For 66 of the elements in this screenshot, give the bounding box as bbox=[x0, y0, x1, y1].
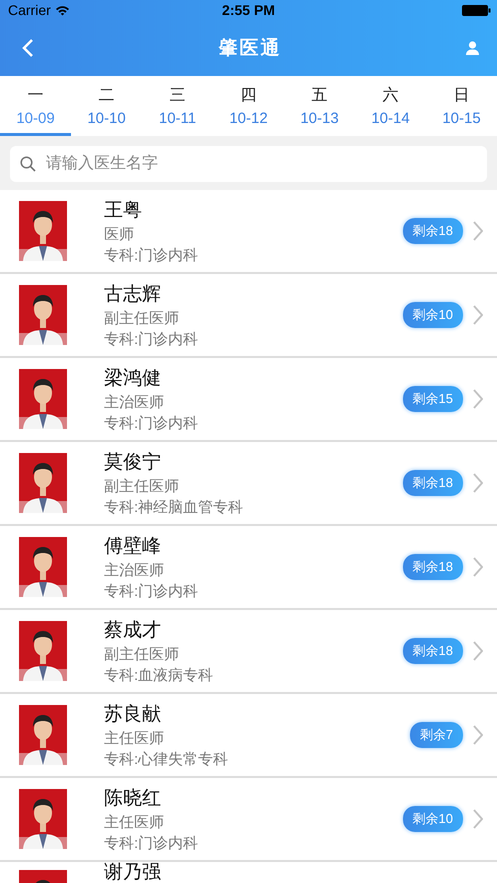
remaining-badge: 剩余10 bbox=[402, 806, 463, 832]
carrier-label: Carrier bbox=[8, 2, 51, 18]
user-icon[interactable] bbox=[466, 41, 479, 55]
wifi-icon bbox=[54, 4, 70, 16]
doctor-title: 副主任医师 bbox=[104, 309, 180, 328]
remaining-badge: 剩余15 bbox=[402, 386, 463, 412]
doctor-row[interactable]: 陈晓红 主任医师 专科:门诊内科 剩余10 bbox=[0, 778, 497, 862]
doctor-name: 苏良献 bbox=[104, 703, 162, 727]
remaining-badge: 剩余10 bbox=[402, 302, 463, 328]
doctor-title: 主治医师 bbox=[104, 393, 165, 412]
doctor-title: 主任医师 bbox=[104, 729, 165, 748]
doctor-name: 梁鸿健 bbox=[104, 367, 162, 391]
clock-time: 2:55 PM bbox=[222, 2, 275, 18]
department-label: 专科:神经脑血管专科 bbox=[104, 498, 244, 517]
doctor-row[interactable]: 莫俊宁 副主任医师 专科:神经脑血管专科 剩余18 bbox=[0, 442, 497, 526]
doctor-name: 谢乃强 bbox=[104, 863, 162, 883]
doctor-row[interactable]: 苏良献 主任医师 专科:心律失常专科 剩余7 bbox=[0, 694, 497, 778]
remaining-badge: 剩余18 bbox=[402, 218, 463, 244]
doctor-title: 副主任医师 bbox=[104, 645, 180, 664]
day-tab[interactable]: 三 10-11 bbox=[142, 76, 213, 136]
doctor-row[interactable]: 傅壁峰 主治医师 专科:门诊内科 剩余18 bbox=[0, 526, 497, 610]
doctor-title: 医师 bbox=[104, 225, 135, 244]
chevron-icon bbox=[473, 809, 483, 829]
search-field[interactable]: 请输入医生名字 bbox=[10, 146, 487, 182]
doctor-name: 蔡成才 bbox=[104, 619, 162, 643]
doctor-name: 傅壁峰 bbox=[104, 535, 162, 559]
back-icon[interactable] bbox=[22, 38, 34, 58]
chevron-icon bbox=[473, 725, 483, 745]
battery-icon bbox=[462, 4, 491, 16]
doctor-title: 副主任医师 bbox=[104, 477, 180, 496]
day-tab[interactable]: 日 10-15 bbox=[426, 76, 497, 136]
doctor-name: 王粤 bbox=[104, 199, 143, 223]
chevron-icon bbox=[473, 389, 483, 409]
chevron-icon bbox=[473, 557, 483, 577]
chevron-icon bbox=[473, 641, 483, 661]
doctor-row[interactable]: 王粤 医师 专科:门诊内科 剩余18 bbox=[0, 190, 497, 274]
department-label: 专科:门诊内科 bbox=[104, 582, 200, 601]
doctor-name: 陈晓红 bbox=[104, 787, 162, 811]
app-title: 肇医通 bbox=[218, 36, 282, 61]
chevron-icon bbox=[473, 473, 483, 493]
remaining-badge: 剩余18 bbox=[402, 638, 463, 664]
search-icon bbox=[20, 156, 36, 172]
day-tab[interactable]: 六 10-14 bbox=[355, 76, 426, 136]
doctor-title: 主治医师 bbox=[104, 561, 165, 580]
day-tab[interactable]: 四 10-12 bbox=[213, 76, 284, 136]
department-label: 专科:门诊内科 bbox=[104, 834, 200, 853]
day-tab[interactable]: 一 10-09 bbox=[0, 76, 71, 136]
chevron-icon bbox=[473, 305, 483, 325]
department-label: 专科:门诊内科 bbox=[104, 330, 200, 349]
department-label: 专科:门诊内科 bbox=[104, 414, 200, 433]
doctor-title: 主任医师 bbox=[104, 813, 165, 832]
department-label: 专科:门诊内科 bbox=[104, 246, 200, 265]
remaining-badge: 剩余18 bbox=[402, 554, 463, 580]
day-tab[interactable]: 五 10-13 bbox=[284, 76, 355, 136]
doctor-name: 古志辉 bbox=[104, 283, 162, 307]
day-tab[interactable]: 二 10-10 bbox=[71, 76, 142, 136]
remaining-badge: 剩余18 bbox=[402, 470, 463, 496]
doctor-name: 莫俊宁 bbox=[104, 451, 162, 475]
doctor-row[interactable]: 谢乃强 bbox=[0, 862, 497, 883]
department-label: 专科:心律失常专科 bbox=[104, 750, 230, 769]
doctor-row[interactable]: 蔡成才 副主任医师 专科:血液病专科 剩余18 bbox=[0, 610, 497, 694]
chevron-icon bbox=[473, 221, 483, 241]
doctor-row[interactable]: 古志辉 副主任医师 专科:门诊内科 剩余10 bbox=[0, 274, 497, 358]
remaining-badge: 剩余7 bbox=[410, 722, 463, 748]
doctor-row[interactable]: 梁鸿健 主治医师 专科:门诊内科 剩余15 bbox=[0, 358, 497, 442]
department-label: 专科:血液病专科 bbox=[104, 666, 214, 685]
